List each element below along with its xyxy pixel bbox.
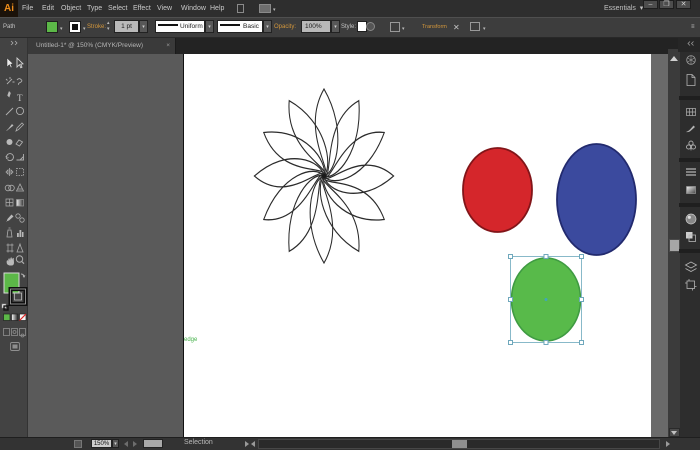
svg-text:edge: edge <box>184 337 198 343</box>
